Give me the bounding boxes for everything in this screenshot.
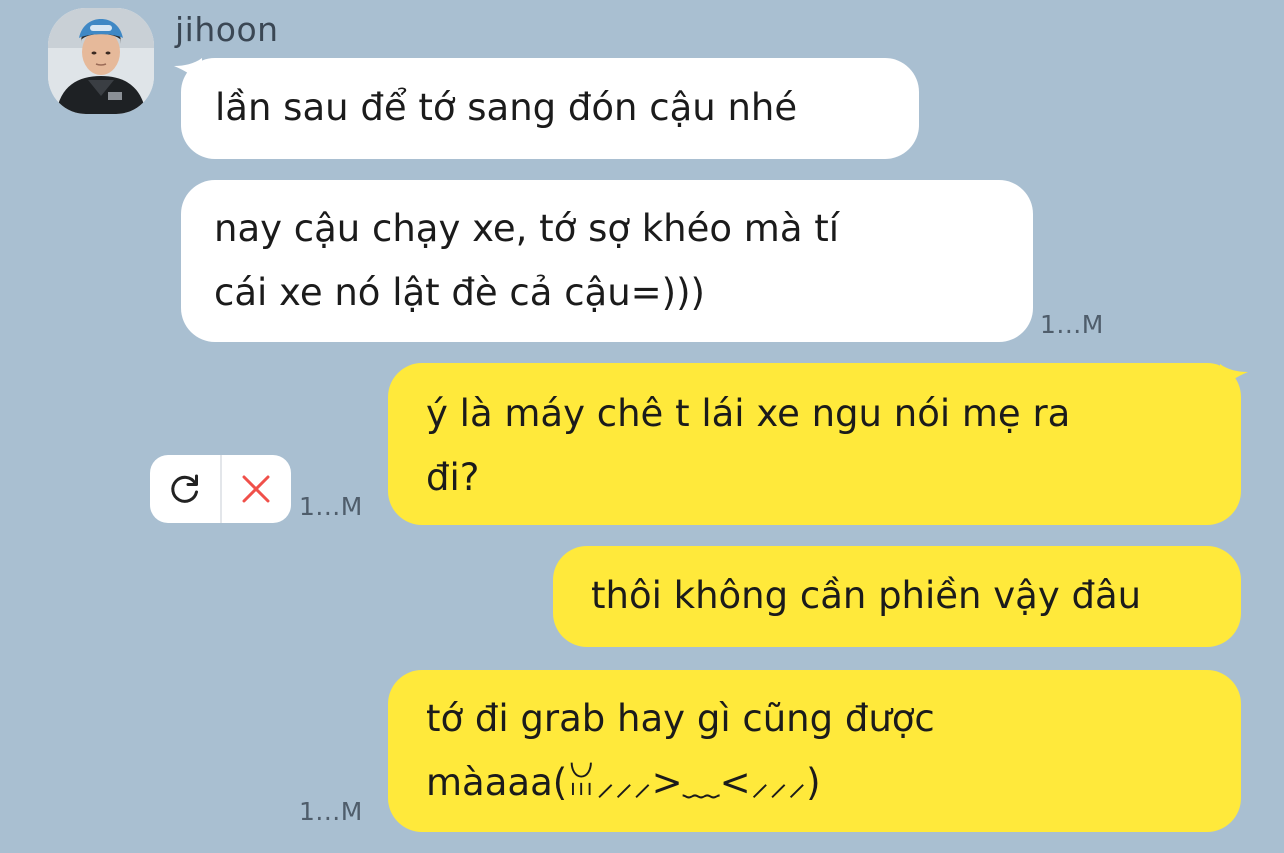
avatar-photo [48,8,154,114]
message-text-line: nay cậu chạy xe, tớ sợ khéo mà tí [214,207,840,250]
message-bubble-outgoing[interactable]: tớ đi grab hay gì cũng được màaaa(ꈍ⸝⸝⸝>﹏… [388,670,1241,832]
message-text-line: tớ đi grab hay gì cũng được [426,697,935,740]
message-bubble-incoming[interactable]: lần sau để tớ sang đón cậu nhé [181,58,919,159]
message-time: 1...M [1040,310,1104,339]
message-text: lần sau để tớ sang đón cậu nhé [215,86,798,129]
failed-message-actions [150,455,291,523]
retry-icon [171,474,198,503]
message-text-line: cái xe nó lật đè cả cậu=))) [214,271,705,314]
message-text: thôi không cần phiền vậy đâu [591,574,1142,617]
delete-button[interactable] [222,455,292,523]
retry-button[interactable] [150,455,220,523]
message-time: 1...M [299,797,363,826]
chat-room: jihoon lần sau để tớ sang đón cậu nhé na… [0,0,1284,853]
message-text-line: đi? [426,456,480,499]
message-text-line: màaaa(ꈍ⸝⸝⸝>﹏<⸝⸝⸝) [426,761,821,804]
message-text-line: ý là máy chê t lái xe ngu nói mẹ ra [426,392,1071,435]
message-bubble-outgoing[interactable]: ý là máy chê t lái xe ngu nói mẹ ra đi? [388,363,1241,525]
sender-name: jihoon [175,10,279,49]
message-time: 1...M [299,492,363,521]
message-bubble-outgoing[interactable]: thôi không cần phiền vậy đâu [553,546,1241,647]
avatar[interactable] [48,8,154,114]
close-icon [242,475,270,503]
message-bubble-incoming[interactable]: nay cậu chạy xe, tớ sợ khéo mà tí cái xe… [181,180,1033,342]
